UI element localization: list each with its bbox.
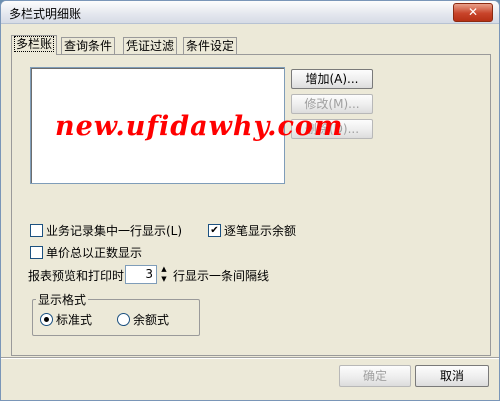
tab-label: 多栏账	[14, 36, 55, 52]
cancel-button[interactable]: 取消	[415, 365, 489, 387]
close-button[interactable]: ✕	[453, 3, 493, 22]
add-button[interactable]: 增加(A)...	[291, 69, 373, 89]
watermark-text: new.ufidawhy.com	[55, 111, 344, 142]
close-glyph: ✕	[467, 5, 479, 19]
positive-price-label[interactable]: 单价总以正数显示	[46, 244, 142, 261]
separator-prefix-label: 报表预览和打印时	[28, 269, 125, 283]
window-title: 多栏式明细账	[9, 7, 82, 21]
tab-voucher-filter[interactable]: 凭证过滤	[123, 37, 178, 54]
tab-label: 条件设定	[186, 39, 235, 53]
separator-suffix-label: 行显示一条间隔线	[173, 269, 270, 283]
tab-multicolumn[interactable]: 多栏账	[11, 35, 58, 55]
ok-button[interactable]: 确定	[339, 365, 411, 387]
single-line-label[interactable]: 业务记录集中一行显示(L)	[46, 222, 182, 239]
footer-divider	[1, 357, 499, 359]
title-bar[interactable]: 多栏式明细账 ✕	[1, 1, 499, 24]
display-format-title: 显示格式	[36, 291, 89, 308]
radio-selected-dot	[44, 317, 49, 322]
tab-query-conditions[interactable]: 查询条件	[61, 37, 116, 54]
show-balance-checkbox[interactable]: ✔	[208, 224, 221, 237]
standard-format-label[interactable]: 标准式	[56, 311, 92, 328]
separator-interval-input[interactable]: 3	[125, 265, 157, 284]
separator-interval-spinner: ▲ ▼	[158, 265, 170, 284]
tab-label: 查询条件	[64, 39, 113, 53]
balance-format-radio[interactable]	[117, 313, 130, 326]
single-line-checkbox[interactable]	[30, 224, 43, 237]
spin-up-icon[interactable]: ▲	[158, 265, 170, 274]
spin-down-icon[interactable]: ▼	[158, 275, 170, 284]
show-balance-label[interactable]: 逐笔显示余额	[224, 222, 296, 239]
standard-format-radio[interactable]	[40, 313, 53, 326]
positive-price-checkbox[interactable]	[30, 246, 43, 259]
check-icon: ✔	[210, 225, 219, 236]
tab-label: 凭证过滤	[126, 39, 175, 53]
balance-format-label[interactable]: 余额式	[133, 311, 169, 328]
tab-condition-settings[interactable]: 条件设定	[183, 37, 238, 54]
dialog-window: 多栏式明细账 ✕ 多栏账 查询条件 凭证过滤 条件设定 增加(A)... 修改(…	[0, 0, 500, 401]
